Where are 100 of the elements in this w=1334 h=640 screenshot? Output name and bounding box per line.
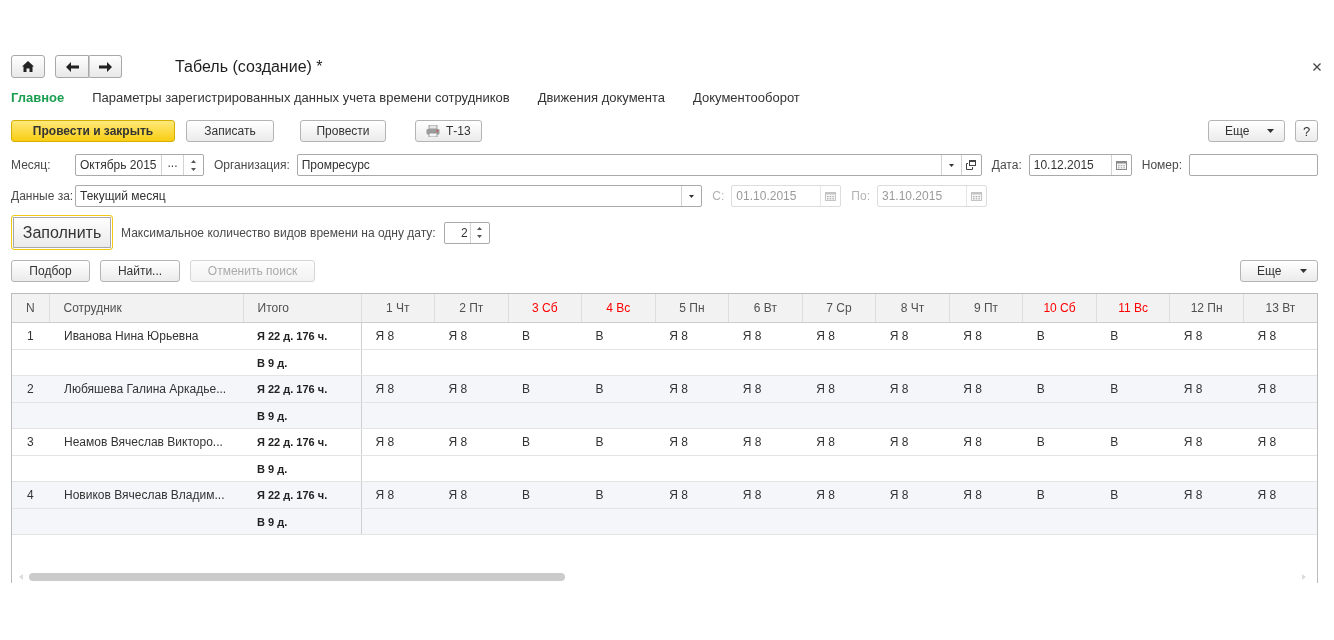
day-column-header[interactable]: 6 Вт	[728, 294, 803, 323]
day-cell[interactable]: Я 8	[1243, 428, 1317, 456]
caret-icon[interactable]	[689, 194, 695, 198]
day-cell[interactable]: Я 8	[875, 428, 950, 456]
day-cell[interactable]: В	[508, 375, 582, 403]
day-column-header[interactable]: 7 Ср	[802, 294, 876, 323]
day-cell[interactable]: Я 8	[361, 375, 435, 403]
employee-name[interactable]: Иванова Нина Юрьевна	[49, 322, 243, 350]
number-spin-field[interactable]: 2	[443, 221, 490, 244]
day-cell[interactable]: Я 8	[949, 481, 1023, 509]
day-cell[interactable]: Я 8	[361, 481, 435, 509]
day-column-header[interactable]: 12 Пн	[1169, 294, 1244, 323]
close-icon[interactable]	[1313, 62, 1321, 71]
employee-name[interactable]: Неамов Вячеслав Викторо...	[49, 428, 243, 456]
day-cell[interactable]: Я 8	[728, 322, 803, 350]
fill-button[interactable]: Заполнить	[11, 215, 113, 250]
day-cell[interactable]: Я 8	[802, 428, 876, 456]
day-cell[interactable]: В	[508, 481, 582, 509]
forward-button[interactable]	[89, 55, 122, 78]
day-cell[interactable]: В	[508, 322, 582, 350]
print-button[interactable]: Т-13	[415, 120, 482, 142]
organization-field[interactable]: Промресурс	[296, 154, 982, 176]
day-cell[interactable]: В	[1096, 428, 1170, 456]
post-and-close-button[interactable]: Провести и закрыть	[11, 120, 175, 142]
day-cell[interactable]: В	[581, 322, 656, 350]
day-cell[interactable]: В	[1022, 481, 1097, 509]
calendar-icon[interactable]	[1115, 160, 1127, 170]
tab[interactable]: Параметры зарегистрированных данных учета времени сотрудников	[92, 89, 510, 105]
number-field[interactable]	[1189, 154, 1318, 176]
help-button[interactable]: ?	[1295, 120, 1318, 142]
day-cell[interactable]: Я 8	[1169, 481, 1244, 509]
day-cell[interactable]: Я 8	[802, 481, 876, 509]
day-cell[interactable]: Я 8	[1243, 481, 1317, 509]
tab[interactable]: Движения документа	[537, 89, 666, 105]
caret-icon[interactable]	[1300, 269, 1307, 273]
day-column-header[interactable]: 11 Вс	[1096, 294, 1170, 323]
tab[interactable]: Документооборот	[693, 89, 800, 105]
caret-icon[interactable]	[1267, 129, 1274, 133]
more-button[interactable]: Еще	[1208, 120, 1285, 142]
day-cell[interactable]: Я 8	[949, 322, 1023, 350]
scrollbar-thumb[interactable]	[29, 573, 565, 581]
day-cell[interactable]: Я 8	[361, 322, 435, 350]
day-cell[interactable]: Я 8	[728, 428, 803, 456]
day-cell[interactable]: Я 8	[655, 428, 729, 456]
day-column-header[interactable]: 2 Пт	[434, 294, 509, 323]
post-button[interactable]: Провести	[300, 120, 386, 142]
day-cell[interactable]: Я 8	[1169, 375, 1244, 403]
day-cell[interactable]: В	[1022, 322, 1097, 350]
day-cell[interactable]: В	[581, 481, 656, 509]
day-cell[interactable]: Я 8	[655, 481, 729, 509]
day-column-header[interactable]: 1 Чт	[361, 294, 435, 323]
day-cell[interactable]: Я 8	[434, 375, 509, 403]
column-header[interactable]: N	[12, 294, 49, 323]
column-header[interactable]: Сотрудник	[49, 294, 243, 323]
period-field[interactable]: Текущий месяц	[75, 185, 703, 207]
month-field[interactable]: Октябрь 2015 ...	[75, 154, 204, 176]
employee-name[interactable]: Любяшева Галина Аркадье...	[49, 375, 243, 403]
more-button[interactable]: Еще	[1240, 260, 1318, 282]
day-cell[interactable]: Я 8	[1243, 322, 1317, 350]
save-button[interactable]: Записать	[186, 120, 274, 142]
caret-icon[interactable]	[948, 163, 954, 167]
day-cell[interactable]: Я 8	[1243, 375, 1317, 403]
up-down-arrows-icon[interactable]	[191, 159, 196, 171]
day-cell[interactable]: Я 8	[875, 375, 950, 403]
overlapping-squares-icon[interactable]	[966, 160, 977, 170]
day-cell[interactable]: Я 8	[434, 428, 509, 456]
pick-button[interactable]: Подбор	[11, 260, 90, 282]
day-column-header[interactable]: 3 Сб	[508, 294, 582, 323]
day-cell[interactable]: Я 8	[655, 375, 729, 403]
employee-name[interactable]: Новиков Вячеслав Владим...	[49, 481, 243, 509]
day-cell[interactable]: Я 8	[1169, 428, 1244, 456]
day-cell[interactable]: Я 8	[434, 481, 509, 509]
day-cell[interactable]: Я 8	[728, 481, 803, 509]
column-header[interactable]: Итого	[243, 294, 361, 323]
day-cell[interactable]: В	[1096, 322, 1170, 350]
up-down-arrows-icon[interactable]	[477, 227, 483, 238]
day-cell[interactable]: В	[1096, 481, 1170, 509]
find-button[interactable]: Найти...	[100, 260, 180, 282]
day-cell[interactable]: Я 8	[802, 375, 876, 403]
day-cell[interactable]: В	[581, 375, 656, 403]
day-column-header[interactable]: 8 Чт	[875, 294, 950, 323]
day-column-header[interactable]: 4 Вс	[581, 294, 656, 323]
day-cell[interactable]: В	[508, 428, 582, 456]
day-cell[interactable]: Я 8	[361, 428, 435, 456]
document-date-field[interactable]: 10.12.2015	[1028, 154, 1132, 176]
day-cell[interactable]: В	[1096, 375, 1170, 403]
day-column-header[interactable]: 10 Сб	[1022, 294, 1097, 323]
day-cell[interactable]: Я 8	[875, 322, 950, 350]
day-cell[interactable]: В	[1022, 428, 1097, 456]
day-cell[interactable]: Я 8	[949, 428, 1023, 456]
day-cell[interactable]: В	[581, 428, 656, 456]
day-column-header[interactable]: 13 Вт	[1243, 294, 1317, 323]
day-column-header[interactable]: 5 Пн	[655, 294, 729, 323]
day-cell[interactable]: Я 8	[728, 375, 803, 403]
day-cell[interactable]: Я 8	[949, 375, 1023, 403]
day-cell[interactable]: В	[1022, 375, 1097, 403]
day-cell[interactable]: Я 8	[434, 322, 509, 350]
home-button[interactable]	[11, 55, 45, 78]
day-column-header[interactable]: 9 Пт	[949, 294, 1023, 323]
back-button[interactable]	[55, 55, 89, 78]
